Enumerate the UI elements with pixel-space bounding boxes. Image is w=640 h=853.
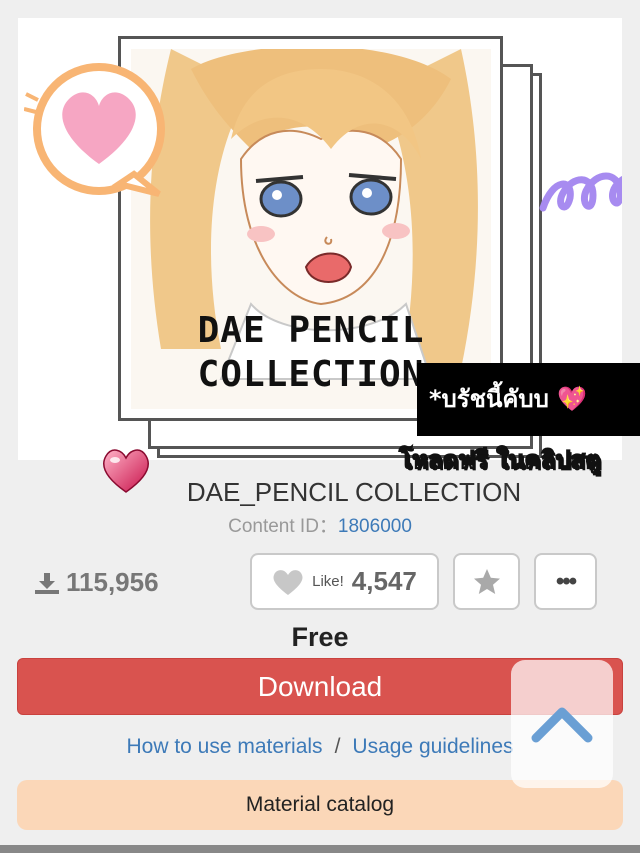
more-icon: ••• [555, 567, 577, 595]
content-id: Content ID：1806000 [0, 511, 640, 538]
like-button[interactable]: Like! 4,547 [250, 553, 439, 610]
download-count: 115,956 [34, 567, 159, 598]
download-count-value: 115,956 [66, 567, 159, 597]
promo-sticker-outline: โหลดฟรี ในคลิปสตู [398, 445, 601, 475]
how-to-use-link[interactable]: How to use materials [126, 735, 322, 758]
usage-guidelines-link[interactable]: Usage guidelines [352, 735, 513, 758]
purple-squiggle-sticker [539, 172, 622, 212]
bottom-edge-bar [0, 845, 640, 853]
more-options-button[interactable]: ••• [534, 553, 597, 610]
speech-bubble-heart-sticker [24, 63, 165, 197]
link-separator: / [334, 735, 341, 758]
favorite-button[interactable] [453, 553, 520, 610]
content-id-label: Content ID： [228, 516, 338, 537]
material-title: DAE_PENCIL COLLECTION [186, 477, 522, 507]
like-count: 4,547 [351, 566, 417, 596]
like-label: Like! [312, 573, 344, 590]
heart-icon [273, 569, 303, 595]
price-label: Free [291, 622, 349, 652]
download-icon [35, 572, 59, 594]
star-icon [473, 568, 500, 594]
scroll-to-top-button[interactable] [511, 660, 613, 788]
chevron-up-icon [531, 707, 593, 743]
promo-sticker-black: *บรัชนี้คับบ 💖 [417, 363, 640, 436]
content-id-value: 1806000 [337, 516, 412, 537]
heart-emoji-icon: 💖 [557, 385, 588, 413]
